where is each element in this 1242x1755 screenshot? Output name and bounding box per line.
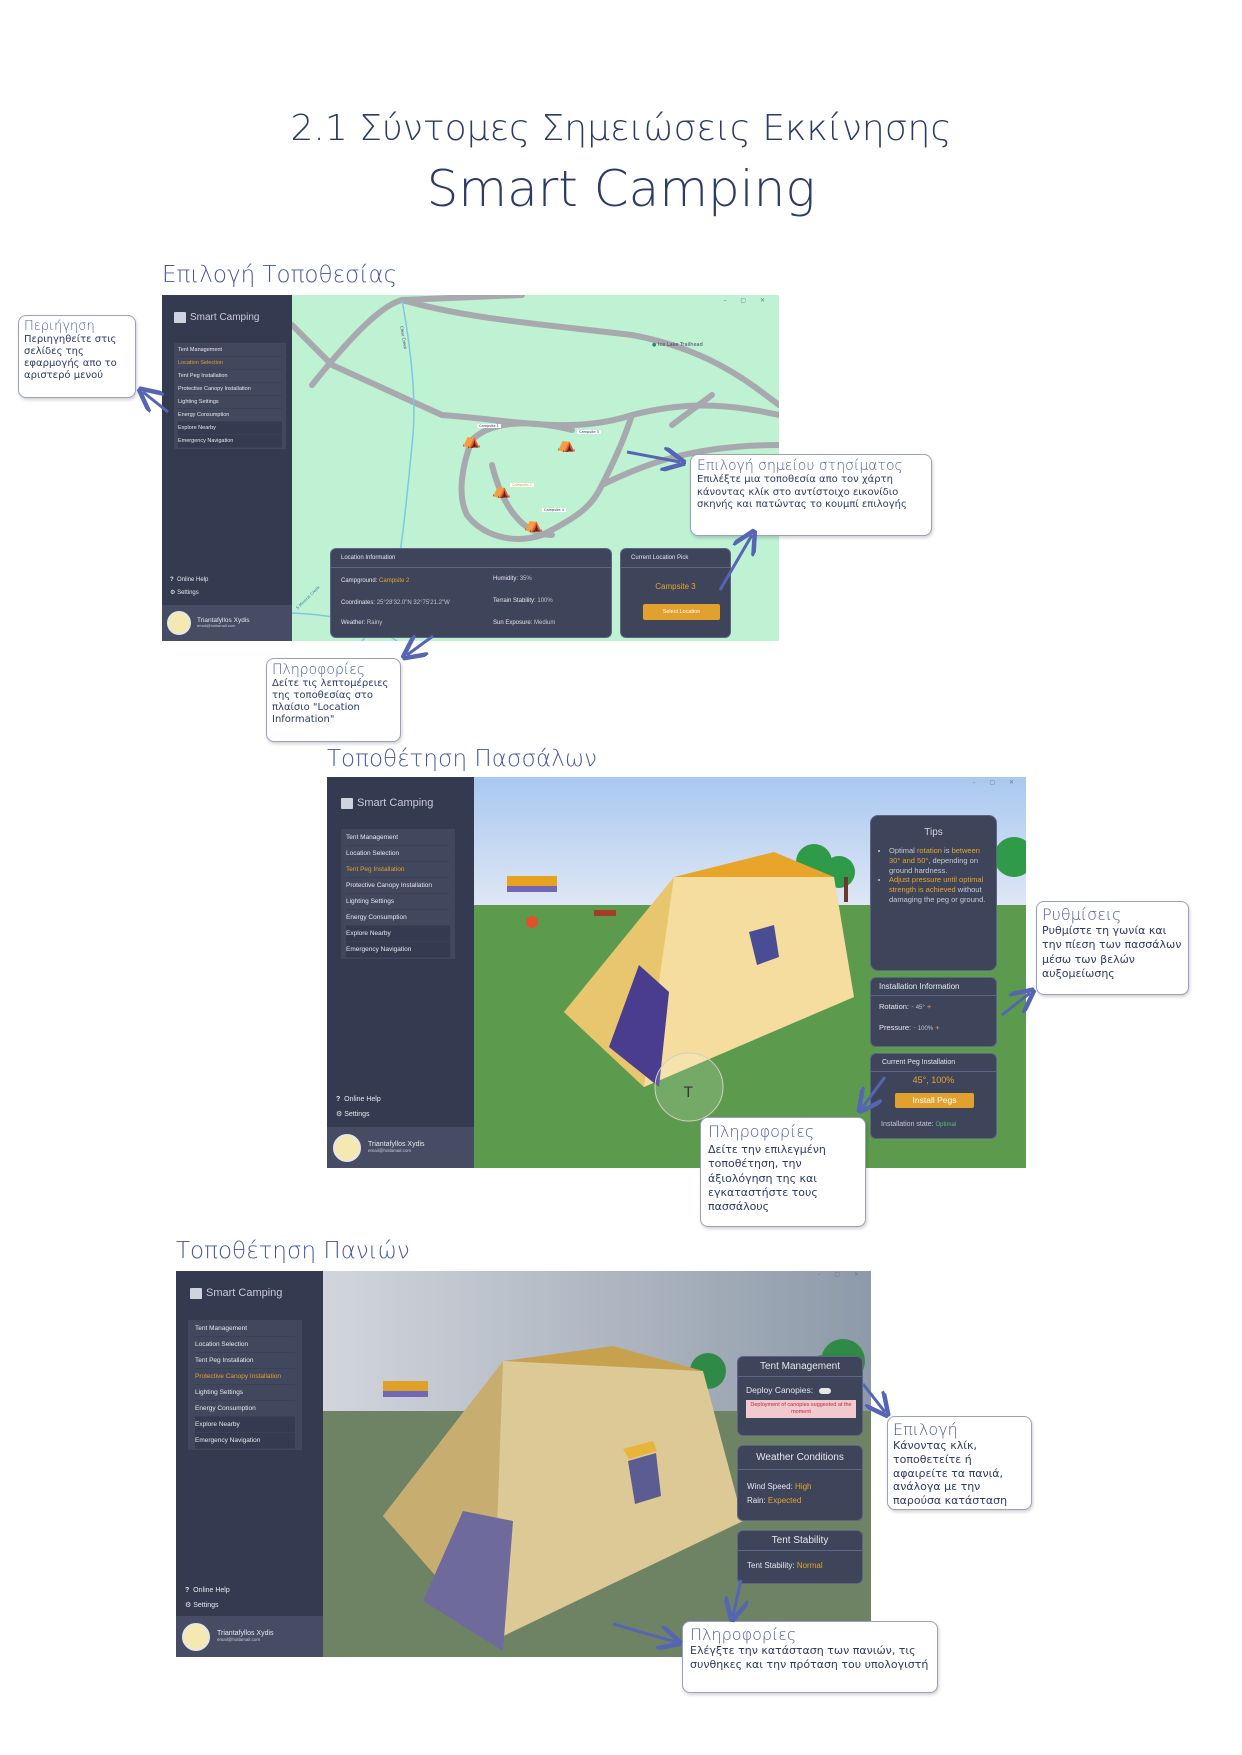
- arrow-icon: [143, 392, 169, 414]
- arrow-icon: [861, 1383, 885, 1412]
- arrow-icon: [612, 1622, 676, 1642]
- arrow-icon: [733, 1579, 741, 1616]
- arrow-icon: [862, 1076, 887, 1108]
- arrow-icon: [718, 535, 752, 591]
- arrow-icon: [407, 636, 434, 655]
- arrow-icon: [1001, 993, 1030, 1017]
- callout-arrows: [0, 0, 1242, 1755]
- arrow-icon: [626, 452, 680, 462]
